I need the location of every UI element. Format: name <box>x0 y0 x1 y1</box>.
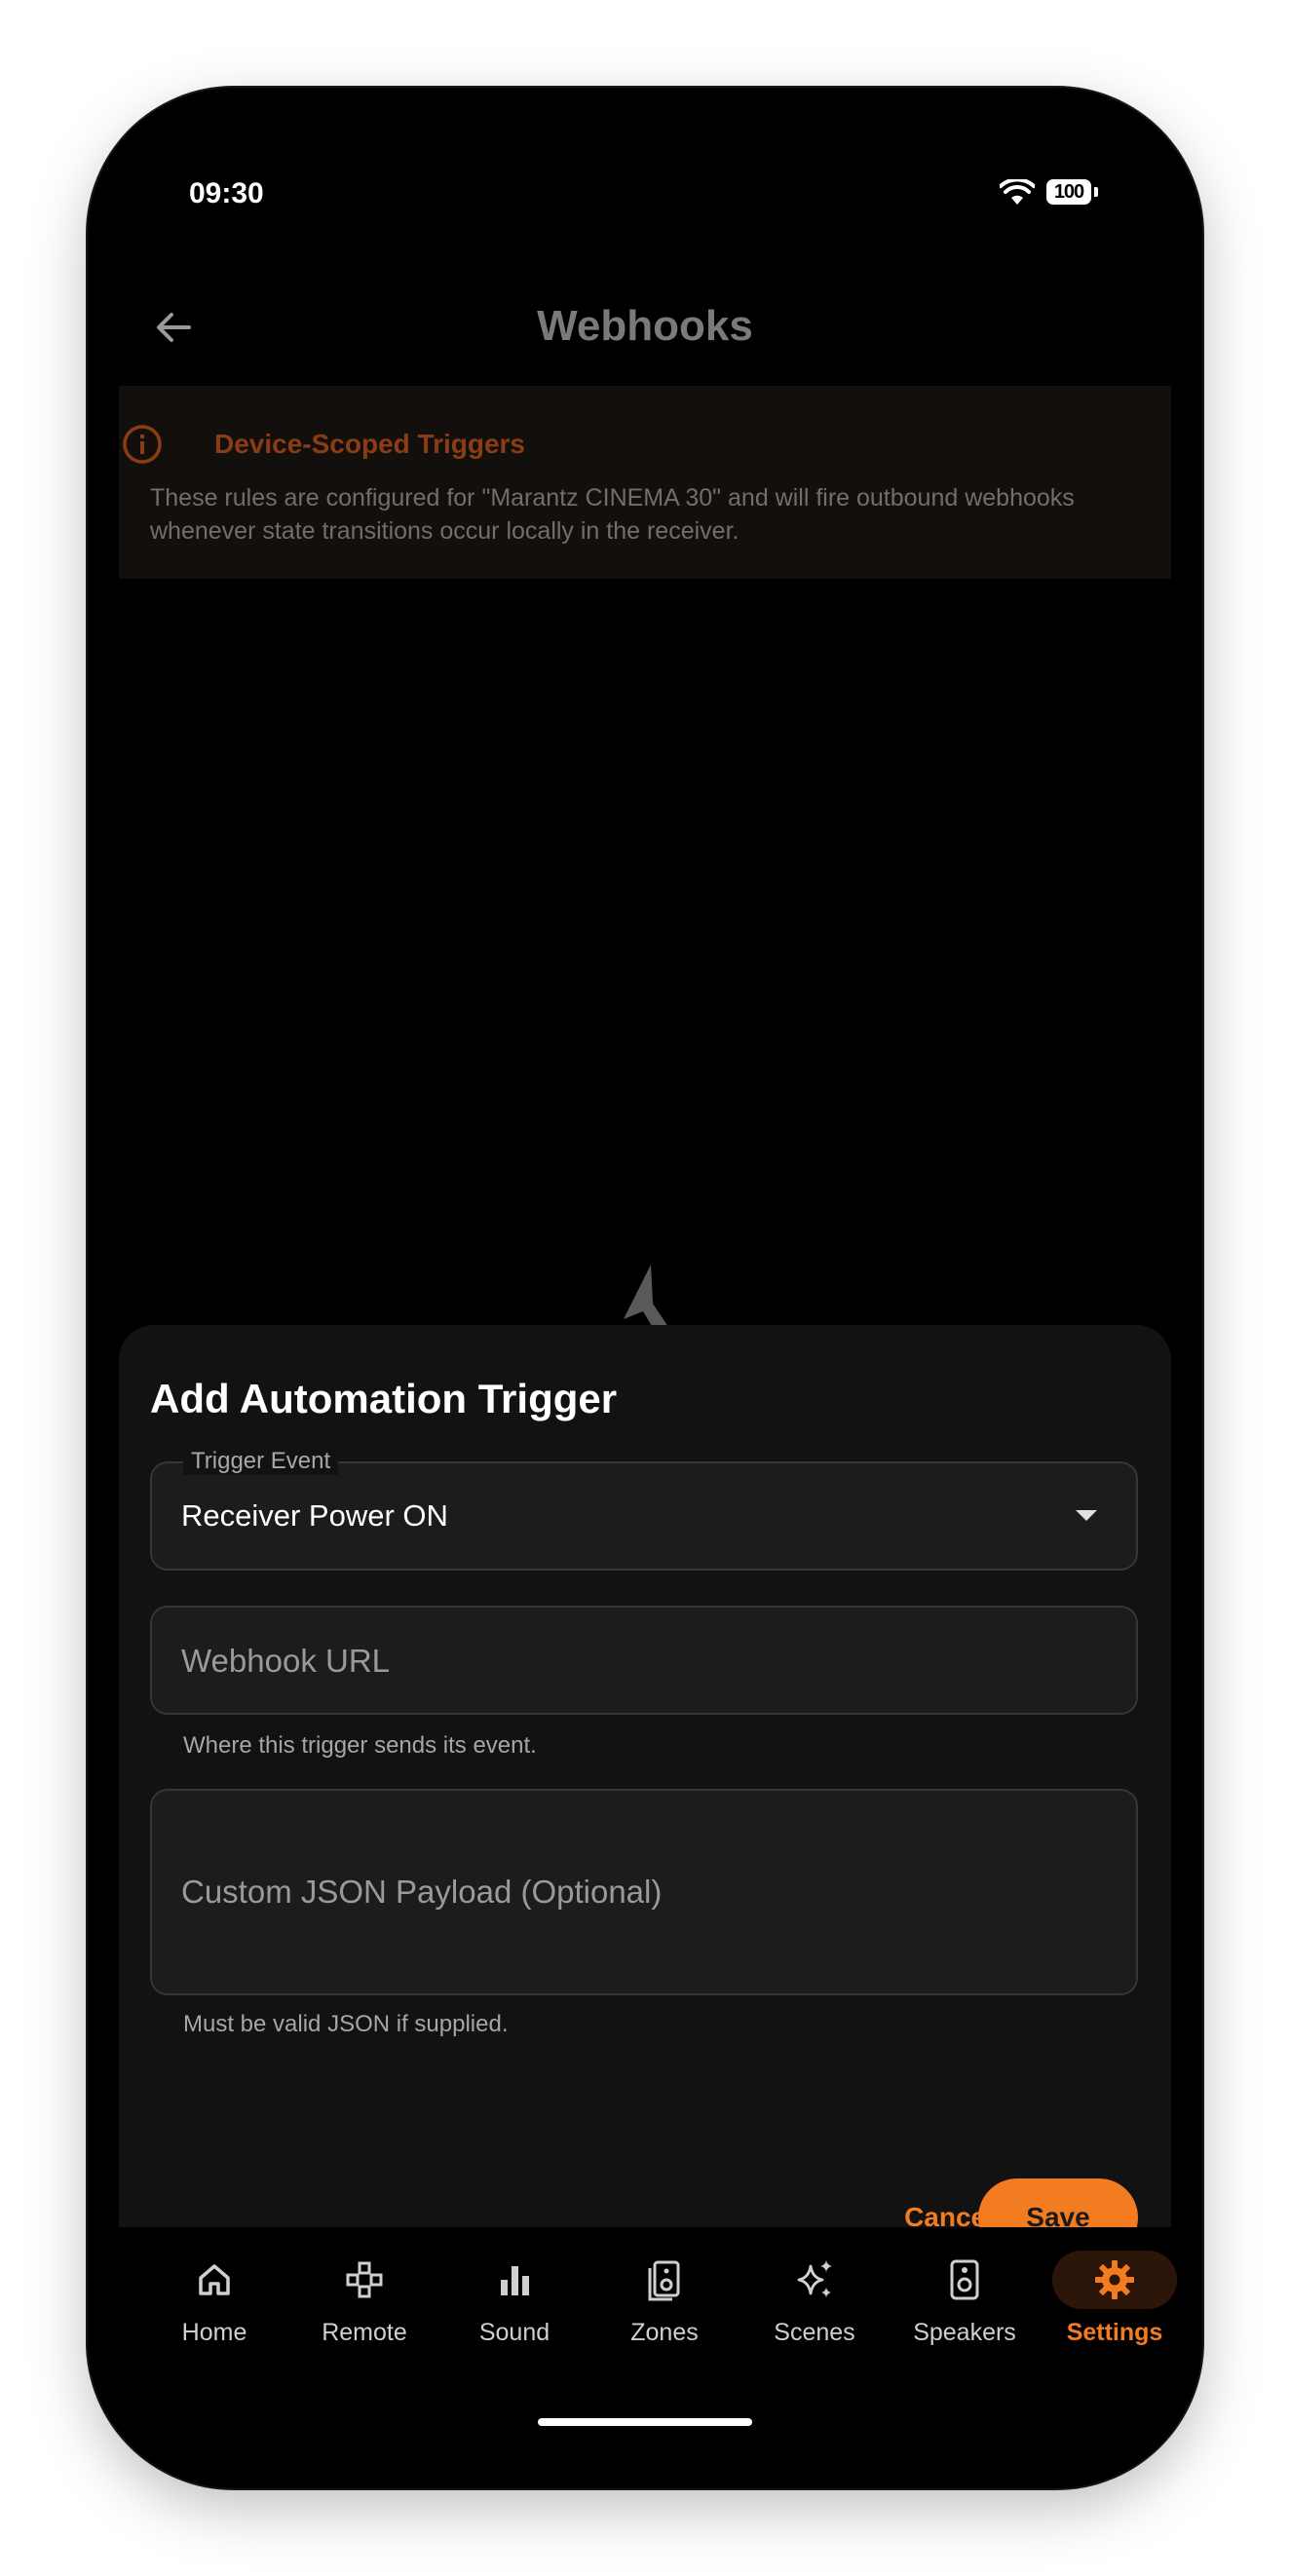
status-time: 09:30 <box>189 177 264 209</box>
nav-item-zones[interactable]: Zones <box>596 2251 733 2347</box>
remote-icon <box>346 2261 383 2298</box>
phone-frame: 09:30 100 Webhooks Device-Scoped Trigger… <box>88 88 1202 2488</box>
nav-item-scenes[interactable]: Scenes <box>746 2251 883 2347</box>
chevron-down-icon[interactable] <box>1076 1510 1097 1521</box>
nav-label-sound: Sound <box>478 2319 550 2346</box>
nav-label-home: Home <box>181 2319 247 2346</box>
equalizer-icon <box>501 2266 529 2295</box>
banner-title: Device-Scoped Triggers <box>214 429 526 459</box>
speaker-icon <box>950 2259 979 2300</box>
trigger-event-label: Trigger Event <box>183 1448 339 1475</box>
nav-active-indicator <box>1052 2251 1177 2309</box>
bolt-icon <box>624 1265 668 1331</box>
nav-item-speakers[interactable]: Speakers <box>896 2251 1033 2347</box>
webhook-url-helper: Where this trigger sends its event. <box>183 1732 537 1759</box>
page-title: Webhooks <box>537 302 753 350</box>
battery-tip <box>1094 187 1098 197</box>
nav-label-scenes: Scenes <box>774 2319 855 2346</box>
nav-label-remote: Remote <box>322 2319 407 2346</box>
wifi-icon <box>1000 179 1035 205</box>
info-icon <box>123 425 162 464</box>
nav-item-settings[interactable]: Settings <box>1046 2251 1183 2347</box>
nav-label-speakers: Speakers <box>913 2319 1016 2346</box>
battery-icon: 100 <box>1046 179 1091 205</box>
json-payload-placeholder: Custom JSON Payload (Optional) <box>181 1874 663 1910</box>
nav-item-sound[interactable]: Sound <box>446 2251 583 2347</box>
zones-speaker-icon <box>648 2260 680 2301</box>
home-icon <box>199 2264 230 2295</box>
banner-text: These rules are configured for "Marantz … <box>150 484 1075 545</box>
nav-item-remote[interactable]: Remote <box>296 2251 433 2347</box>
home-indicator[interactable] <box>538 2418 752 2426</box>
json-payload-helper: Must be valid JSON if supplied. <box>183 2011 509 2037</box>
nav-label-zones: Zones <box>630 2319 699 2346</box>
trigger-event-value: Receiver Power ON <box>181 1498 448 1533</box>
sparkle-icon <box>797 2260 832 2297</box>
gear-icon <box>1095 2260 1134 2299</box>
webhook-url-placeholder: Webhook URL <box>181 1643 391 1679</box>
nav-item-home[interactable]: Home <box>146 2251 283 2347</box>
nav-label-settings: Settings <box>1066 2319 1163 2346</box>
sheet-title: Add Automation Trigger <box>150 1376 618 1421</box>
